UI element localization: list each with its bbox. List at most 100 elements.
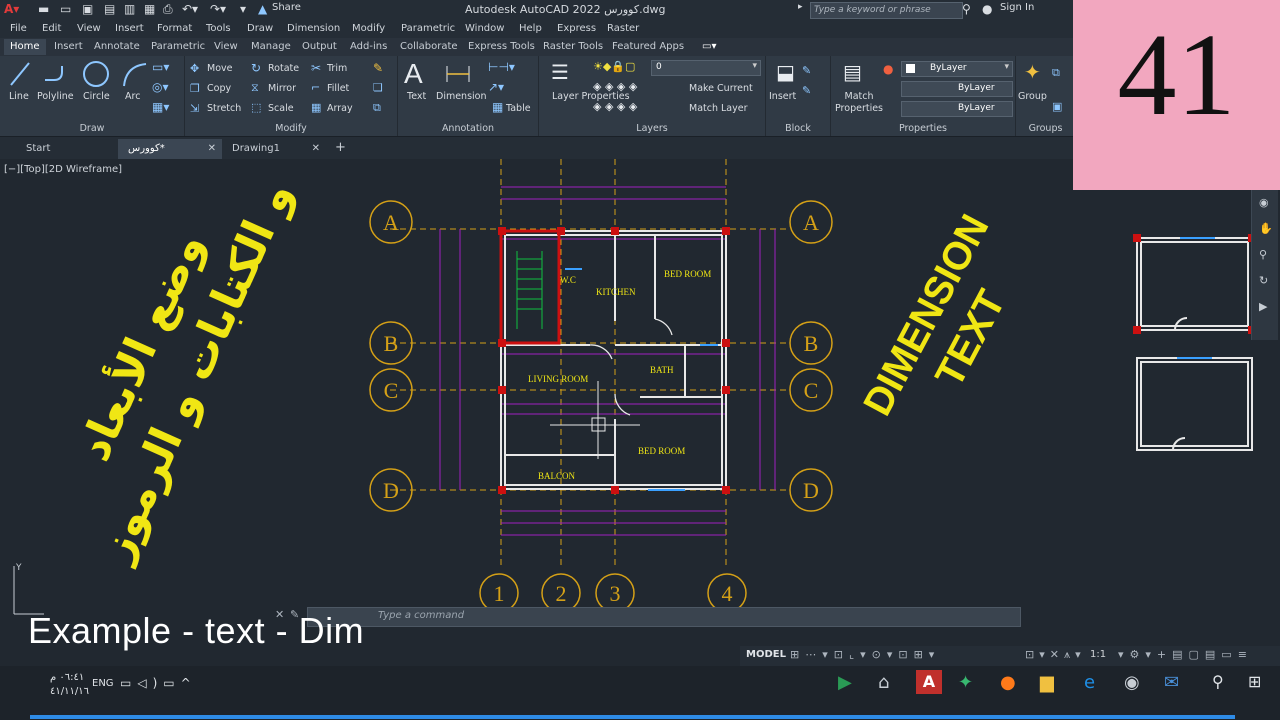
- menu-modify[interactable]: Modify: [352, 23, 385, 34]
- tab-annotate[interactable]: Annotate: [94, 41, 140, 52]
- block-panel-label[interactable]: Block: [766, 123, 830, 134]
- firefox-icon[interactable]: ●: [1000, 672, 1016, 693]
- match-layer-button[interactable]: Match Layer: [689, 103, 748, 114]
- polyline-icon[interactable]: [42, 60, 66, 88]
- line-button[interactable]: Line: [9, 91, 29, 102]
- create-block-icon[interactable]: ✎: [802, 64, 811, 77]
- search-icon[interactable]: ⚲: [1212, 672, 1224, 691]
- open-file-icon[interactable]: ▭: [60, 2, 71, 16]
- tab-view[interactable]: View: [214, 41, 238, 52]
- mail-icon[interactable]: ✉: [1164, 672, 1179, 693]
- line-icon[interactable]: [8, 60, 32, 88]
- fillet-button[interactable]: Fillet: [327, 83, 349, 94]
- autocad-logo-icon[interactable]: A▾: [4, 2, 19, 16]
- annotation-panel-label[interactable]: Annotation: [398, 123, 538, 134]
- floor-plan[interactable]: W.C KITCHEN BED ROOM LIVING ROOM BATH BE…: [360, 159, 850, 619]
- menu-window[interactable]: Window: [465, 23, 504, 34]
- share-icon[interactable]: ▲: [258, 2, 267, 16]
- web-mobile-icon[interactable]: ▥: [124, 2, 135, 16]
- language-indicator[interactable]: ENG: [92, 678, 114, 689]
- steering-wheel-icon[interactable]: ◉: [1259, 196, 1269, 209]
- menu-tools[interactable]: Tools: [206, 23, 231, 34]
- file-tab-active[interactable]: كوورس* ✕: [118, 139, 222, 159]
- insert-block-button[interactable]: Insert: [769, 91, 796, 102]
- sign-in-link[interactable]: Sign In: [1000, 2, 1034, 13]
- arc-icon[interactable]: [120, 60, 148, 88]
- copy-button[interactable]: Copy: [207, 83, 231, 94]
- boundary-icon[interactable]: ▦▾: [152, 100, 169, 114]
- dimension-button[interactable]: Dimension: [436, 91, 487, 102]
- match-properties-icon[interactable]: ▤: [843, 60, 862, 84]
- small-plans[interactable]: [1125, 230, 1260, 460]
- menu-file[interactable]: File: [10, 23, 27, 34]
- command-line[interactable]: Type a command: [307, 607, 1021, 627]
- tab-featured-apps[interactable]: Featured Apps: [612, 41, 684, 52]
- orbit-icon[interactable]: ↻: [1259, 274, 1268, 287]
- polyline-button[interactable]: Polyline: [37, 91, 74, 102]
- match-properties-button[interactable]: Match Properties: [835, 91, 883, 115]
- save-as-icon[interactable]: ▤: [104, 2, 115, 16]
- file-explorer-icon[interactable]: ▆: [1040, 672, 1054, 693]
- menu-format[interactable]: Format: [157, 23, 192, 34]
- menu-draw[interactable]: Draw: [247, 23, 273, 34]
- dimension-icon[interactable]: [444, 62, 472, 86]
- model-space-button[interactable]: MODEL: [746, 649, 786, 660]
- menu-help[interactable]: Help: [519, 23, 542, 34]
- expand-search-icon[interactable]: ▸: [798, 2, 803, 12]
- video-progress-bar[interactable]: [30, 715, 1235, 719]
- annotation-scale[interactable]: 1:1: [1090, 649, 1106, 660]
- groups-panel-label[interactable]: Groups: [1016, 123, 1075, 134]
- modify-panel-label[interactable]: Modify: [185, 123, 397, 134]
- tab-express-tools[interactable]: Express Tools: [468, 41, 535, 52]
- search-input[interactable]: Type a keyword or phrase: [810, 2, 963, 19]
- layer-tools-icons[interactable]: ◈ ◈ ◈ ◈: [593, 80, 637, 93]
- tab-manage[interactable]: Manage: [251, 41, 291, 52]
- arc-button[interactable]: Arc: [125, 91, 140, 102]
- new-file-icon[interactable]: ▬: [38, 2, 49, 16]
- tab-addins[interactable]: Add-ins: [350, 41, 387, 52]
- menu-express[interactable]: Express: [557, 23, 596, 34]
- search-icon[interactable]: ⚲: [962, 2, 971, 16]
- mirror-button[interactable]: Mirror: [268, 83, 296, 94]
- pan-icon[interactable]: ✋: [1259, 222, 1273, 235]
- edge-icon[interactable]: e: [1084, 672, 1095, 693]
- tab-collaborate[interactable]: Collaborate: [400, 41, 458, 52]
- layer-properties-icon[interactable]: ☰: [551, 60, 569, 84]
- tab-parametric[interactable]: Parametric: [151, 41, 205, 52]
- text-button[interactable]: Text: [407, 91, 426, 102]
- table-button[interactable]: Table: [506, 103, 531, 114]
- linetype-dropdown[interactable]: ByLayer: [901, 81, 1013, 97]
- workspace-status-icons[interactable]: ▾⚙▾+▤▢▤▭≡: [1118, 648, 1253, 661]
- tab-output[interactable]: Output: [302, 41, 337, 52]
- file-tab-drawing1[interactable]: Drawing1 ✕: [222, 139, 326, 159]
- autocad-task-icon[interactable]: A: [916, 670, 942, 694]
- properties-panel-label[interactable]: Properties: [831, 123, 1015, 134]
- group-button[interactable]: Group: [1018, 91, 1047, 102]
- linear-dim-icon[interactable]: ⊢⊣▾: [488, 60, 515, 74]
- leader-icon[interactable]: ↗▾: [488, 80, 504, 94]
- panel-toggle-icon[interactable]: ▭▾: [702, 41, 716, 52]
- menu-view[interactable]: View: [77, 23, 101, 34]
- tab-insert[interactable]: Insert: [54, 41, 83, 52]
- tab-raster-tools[interactable]: Raster Tools: [543, 41, 603, 52]
- menu-parametric[interactable]: Parametric: [401, 23, 455, 34]
- draw-panel-label[interactable]: Draw: [0, 123, 184, 134]
- layer-dropdown[interactable]: 0 ▾: [651, 60, 761, 76]
- layer-tools-icons-2[interactable]: ◈ ◈ ◈ ◈: [593, 100, 637, 113]
- file-tab-start[interactable]: Start: [16, 139, 116, 159]
- command-input[interactable]: Type a command: [378, 610, 464, 621]
- erase-icon[interactable]: ✎: [373, 61, 383, 75]
- offset-icon[interactable]: ⧉: [373, 101, 381, 115]
- showmotion-icon[interactable]: ▶: [1259, 300, 1267, 313]
- make-current-button[interactable]: Make Current: [689, 83, 753, 94]
- trim-button[interactable]: Trim: [327, 63, 347, 74]
- rectangle-icon[interactable]: ▭▾: [152, 60, 169, 74]
- menu-edit[interactable]: Edit: [42, 23, 61, 34]
- circle-button[interactable]: Circle: [83, 91, 110, 102]
- close-icon[interactable]: ✕: [208, 139, 216, 159]
- cloud-save-icon[interactable]: ▦: [144, 2, 155, 16]
- share-button[interactable]: Share: [272, 2, 301, 13]
- array-button[interactable]: Array: [327, 103, 353, 114]
- app-icon-3[interactable]: ◉: [1124, 672, 1140, 693]
- app-icon-1[interactable]: ▶: [838, 672, 852, 693]
